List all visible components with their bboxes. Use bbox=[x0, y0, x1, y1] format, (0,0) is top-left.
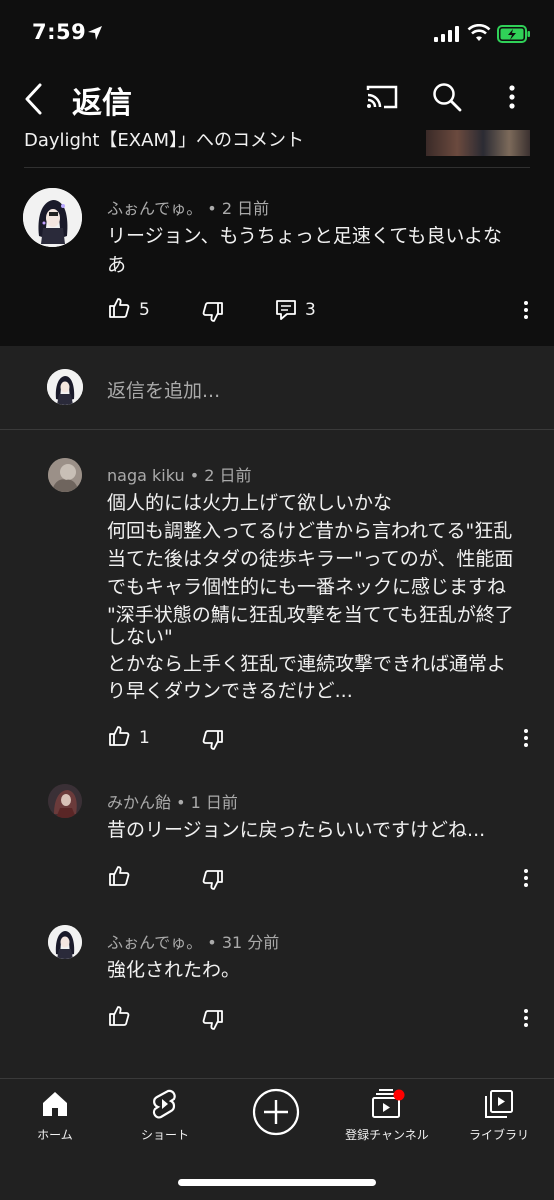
like-icon[interactable] bbox=[108, 865, 130, 887]
wifi-icon bbox=[467, 24, 491, 41]
shorts-icon[interactable] bbox=[151, 1089, 177, 1119]
comment-meta: ふぉんでゅ。 • 31 分前 bbox=[107, 933, 280, 952]
cast-icon[interactable] bbox=[366, 84, 398, 110]
comment-meta: ふぉんでゅ。 • 2 日前 bbox=[107, 199, 270, 218]
comment-text-line: 昔のリージョンに戻ったらいいですけどね... bbox=[107, 819, 486, 841]
user-avatar bbox=[47, 369, 83, 405]
add-reply-row bbox=[0, 346, 554, 430]
comment-text-line: しない" bbox=[107, 626, 173, 648]
like-icon[interactable] bbox=[108, 725, 130, 747]
comment-text-line: り早くダウンできるだけど... bbox=[107, 680, 353, 702]
nav-library-label[interactable]: ライブラリ bbox=[444, 1126, 554, 1143]
avatar[interactable] bbox=[48, 458, 82, 492]
like-count: 1 bbox=[139, 728, 150, 748]
create-plus-icon[interactable] bbox=[252, 1088, 300, 1136]
avatar[interactable] bbox=[23, 188, 82, 247]
battery-charging-icon bbox=[497, 25, 530, 43]
comment-text-line: 何回も調整入ってるけど昔から言われてる"狂乱 bbox=[107, 520, 513, 542]
dislike-icon[interactable] bbox=[202, 301, 224, 323]
comment-author[interactable]: ふぉんでゅ。 bbox=[107, 199, 202, 218]
comment-text-line: あ bbox=[107, 254, 127, 276]
comment-text-line: 個人的には火力上げて欲しいかな bbox=[107, 492, 393, 514]
add-reply-input[interactable]: 返信を追加... bbox=[107, 376, 220, 403]
dislike-icon[interactable] bbox=[202, 729, 224, 751]
like-count: 5 bbox=[139, 300, 150, 320]
like-icon[interactable] bbox=[108, 297, 130, 319]
comment-age: 31 分前 bbox=[221, 933, 280, 952]
subscriptions-icon[interactable] bbox=[371, 1088, 405, 1120]
comment-age: 2 日前 bbox=[204, 466, 252, 485]
divider bbox=[24, 167, 530, 168]
comment-author[interactable]: naga kiku bbox=[107, 466, 185, 485]
home-indicator bbox=[178, 1179, 376, 1186]
comment-more-icon[interactable] bbox=[520, 728, 532, 748]
comment-text-line: 強化されたわ。 bbox=[107, 959, 241, 981]
comment-author[interactable]: みかん飴 bbox=[107, 793, 171, 812]
avatar[interactable] bbox=[48, 784, 82, 818]
search-icon[interactable] bbox=[432, 82, 462, 112]
comment-text-line: リージョン、もうちょっと足速くても良いよな bbox=[107, 225, 503, 247]
comment-text-line: 当てた後はタダの徒歩キラー"ってのが、性能面 bbox=[107, 548, 514, 570]
comment-more-icon[interactable] bbox=[520, 300, 532, 320]
location-arrow-icon bbox=[88, 26, 102, 40]
video-title-link[interactable]: Daylight【EXAM】」へのコメント bbox=[24, 126, 304, 152]
home-icon[interactable] bbox=[41, 1090, 69, 1118]
reply-count: 3 bbox=[305, 300, 316, 320]
comment-text-line: でもキャラ個性的にも一番ネックに感じますね bbox=[107, 576, 507, 598]
avatar[interactable] bbox=[48, 925, 82, 959]
comment-age: 2 日前 bbox=[221, 199, 270, 218]
cellular-signal-icon bbox=[434, 26, 459, 42]
dislike-icon[interactable] bbox=[202, 1009, 224, 1031]
back-arrow-icon[interactable] bbox=[22, 82, 48, 116]
like-icon[interactable] bbox=[108, 1005, 130, 1027]
comment-author[interactable]: ふぉんでゅ。 bbox=[107, 933, 202, 952]
reply-comment-icon[interactable] bbox=[275, 299, 297, 321]
comment-text-line: とかなら上手く狂乱で連続攻撃できれば通常よ bbox=[107, 653, 507, 675]
more-options-icon[interactable] bbox=[502, 84, 522, 112]
video-thumbnail[interactable] bbox=[426, 130, 530, 156]
comment-meta: みかん飴 • 1 日前 bbox=[107, 793, 238, 812]
dislike-icon[interactable] bbox=[202, 869, 224, 891]
nav-home-label[interactable]: ホーム bbox=[0, 1126, 110, 1143]
page-title: 返信 bbox=[72, 86, 132, 121]
divider bbox=[0, 429, 554, 430]
nav-subscriptions-label[interactable]: 登録チャンネル bbox=[332, 1126, 442, 1143]
comment-more-icon[interactable] bbox=[520, 1008, 532, 1028]
comment-more-icon[interactable] bbox=[520, 868, 532, 888]
library-icon[interactable] bbox=[484, 1089, 514, 1119]
comment-age: 1 日前 bbox=[190, 793, 238, 812]
nav-shorts-label[interactable]: ショート bbox=[110, 1126, 220, 1143]
comment-meta: naga kiku • 2 日前 bbox=[107, 466, 252, 485]
status-time: 7:59 bbox=[32, 20, 87, 44]
